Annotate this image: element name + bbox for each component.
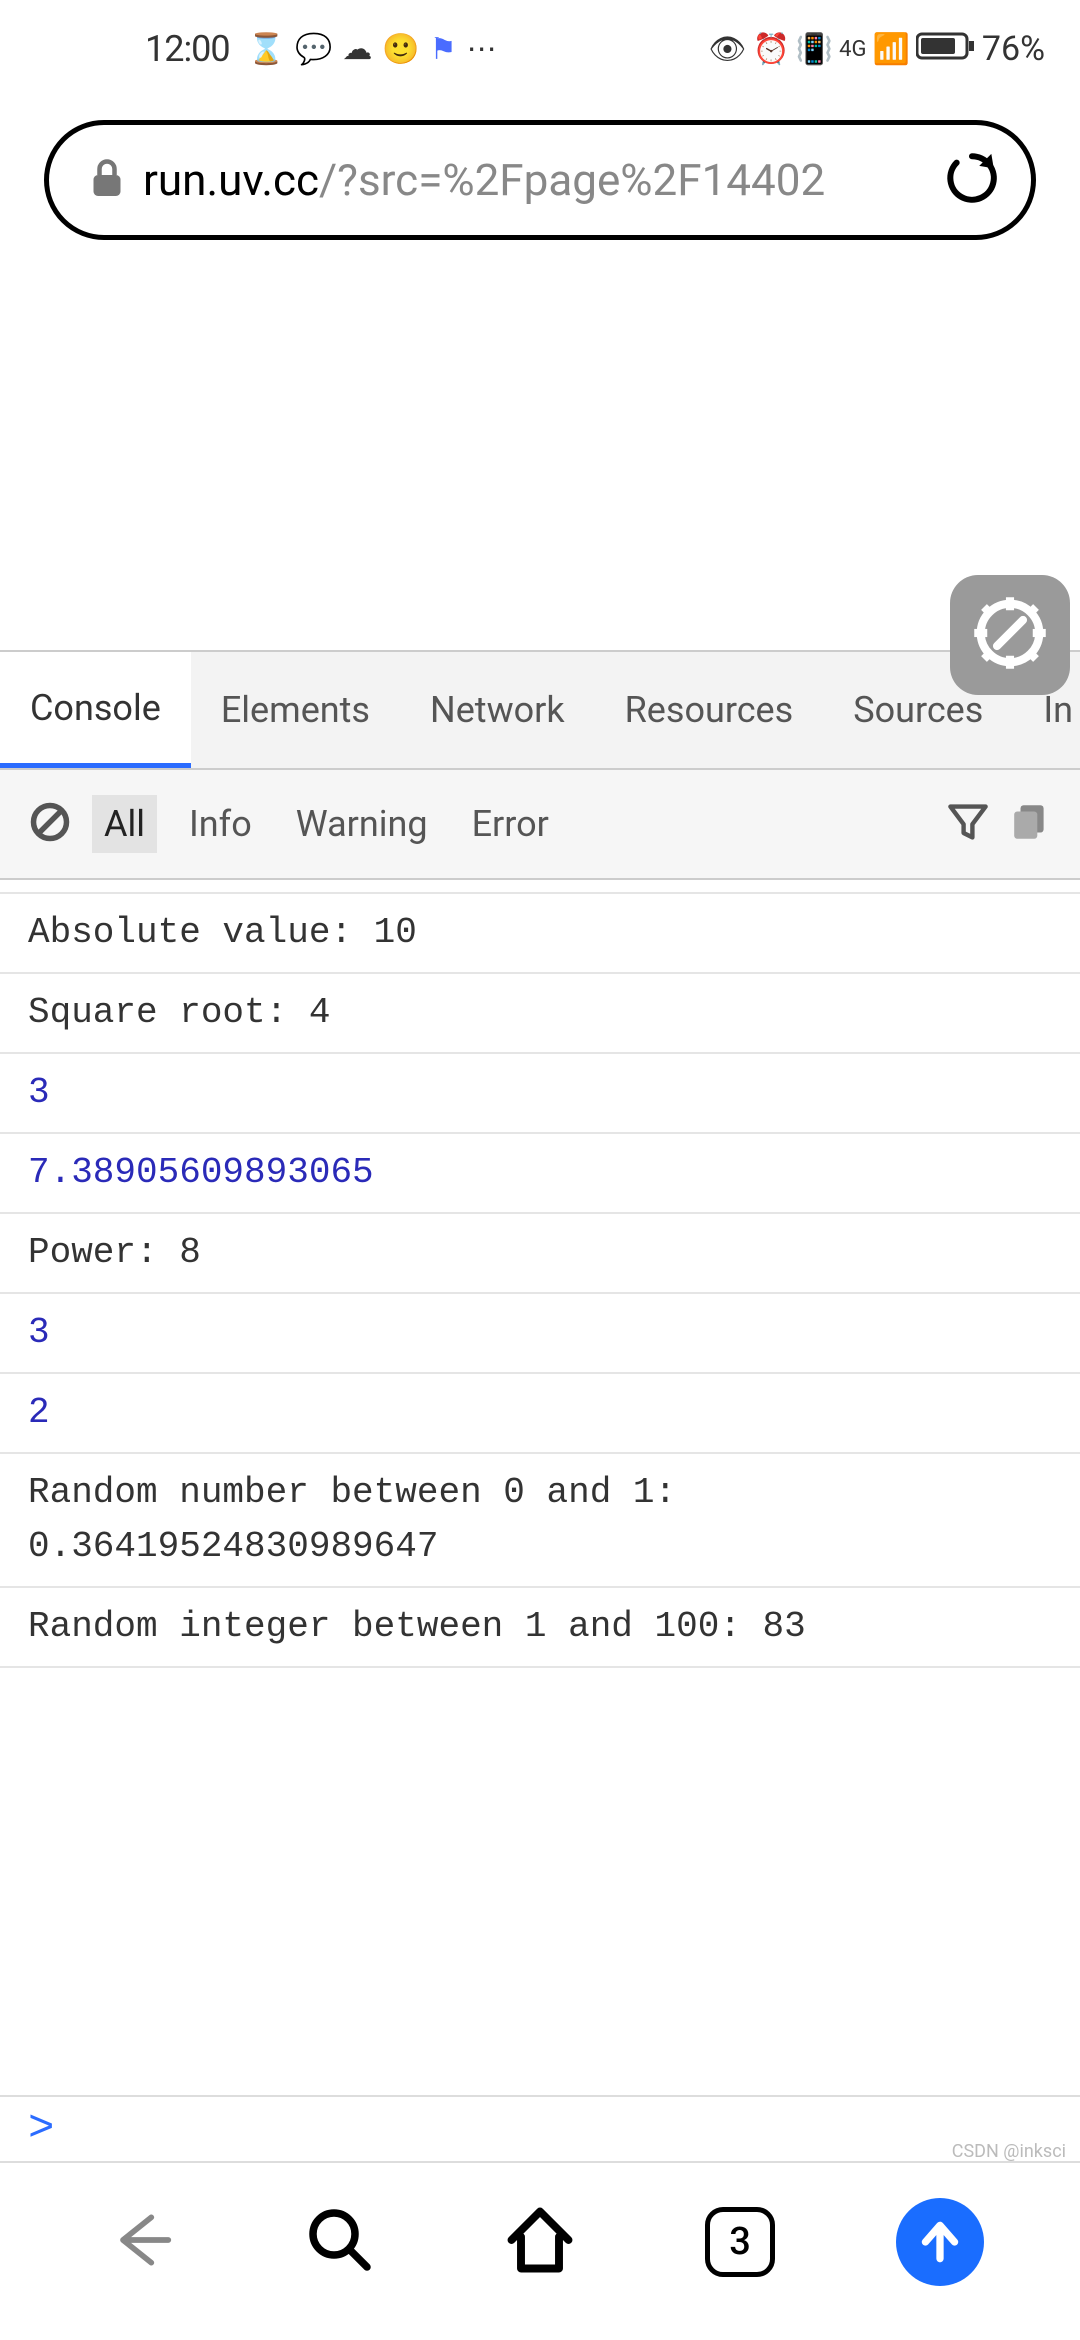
status-bar: 12:00 ⌛ 💬 ☁ 🙂 ⚑ ⋯ 👁 ⏰ 📳 4G 📶 76% — [0, 0, 1080, 90]
filter-all[interactable]: All — [92, 795, 157, 853]
browser-bottom-nav: 3 — [0, 2172, 1080, 2312]
search-icon — [304, 2204, 376, 2280]
console-log-entry: Random integer between 1 and 100: 83 — [0, 1588, 1080, 1668]
search-button[interactable] — [290, 2192, 390, 2292]
console-log-entry: Square root: 4 — [0, 974, 1080, 1054]
battery-percent: 76% — [982, 29, 1045, 69]
clear-console-icon[interactable] — [28, 800, 72, 848]
arrow-left-icon — [106, 2206, 174, 2278]
reload-icon[interactable] — [943, 149, 1001, 211]
lock-icon — [89, 157, 125, 203]
battery-icon — [916, 28, 976, 70]
tab-resources[interactable]: Resources — [595, 652, 824, 768]
home-button[interactable] — [490, 2192, 590, 2292]
status-right: 👁 ⏰ 📳 4G 📶 76% — [708, 28, 1045, 70]
eye-icon: 👁 — [708, 32, 746, 67]
filter-funnel-icon[interactable] — [946, 800, 990, 848]
vibrate-icon: 📳 — [796, 32, 833, 67]
filter-warning[interactable]: Warning — [284, 795, 440, 853]
more-icon: ⋯ — [467, 32, 497, 67]
console-log-entry: 7.38905609893065 — [0, 1134, 1080, 1214]
url-bar[interactable]: run.uv.cc/?src=%2Fpage%2F14402 — [44, 120, 1036, 240]
arrow-up-circle-icon — [896, 2198, 984, 2286]
home-icon — [502, 2202, 578, 2282]
tabs-button[interactable]: 3 — [690, 2192, 790, 2292]
back-button[interactable] — [90, 2192, 190, 2292]
console-filter-row: All Info Warning Error — [0, 770, 1080, 880]
chat-bubble-icon: 💬 — [295, 32, 332, 67]
watermark: CSDN @inksci — [952, 2141, 1066, 2162]
console-log-entry: Absolute value: 10 — [0, 892, 1080, 974]
url-text: run.uv.cc/?src=%2Fpage%2F14402 — [143, 154, 925, 206]
status-left: 12:00 ⌛ 💬 ☁ 🙂 ⚑ ⋯ — [145, 28, 497, 70]
flag-icon: ⚑ — [430, 32, 457, 67]
filter-info[interactable]: Info — [177, 795, 264, 853]
signal-bars-icon: 📶 — [873, 32, 910, 67]
filter-error[interactable]: Error — [460, 795, 561, 853]
console-log-entry: Random number between 0 and 1: 0.3641952… — [0, 1454, 1080, 1588]
share-up-button[interactable] — [890, 2192, 990, 2292]
wechat-icon: ☁ — [342, 32, 372, 67]
console-output: Absolute value: 10Square root: 437.38905… — [0, 892, 1080, 1668]
chevron-right-icon: > — [28, 2104, 54, 2154]
copy-icon[interactable] — [1010, 801, 1052, 847]
console-log-entry: 3 — [0, 1294, 1080, 1374]
url-path: /?src=%2Fpage%2F14402 — [319, 154, 825, 206]
tab-console[interactable]: Console — [0, 652, 191, 768]
tab-network[interactable]: Network — [400, 652, 595, 768]
status-time: 12:00 — [145, 28, 230, 70]
devtools-panel: Console Elements Network Resources Sourc… — [0, 650, 1080, 1668]
url-bar-container: run.uv.cc/?src=%2Fpage%2F14402 — [0, 90, 1080, 250]
console-log-entry: 2 — [0, 1374, 1080, 1454]
devtools-tabs: Console Elements Network Resources Sourc… — [0, 650, 1080, 770]
alarm-icon: ⏰ — [752, 32, 789, 67]
signal-4g-icon: 4G — [839, 37, 866, 62]
console-prompt[interactable]: > — [0, 2095, 1080, 2163]
tab-elements[interactable]: Elements — [191, 652, 400, 768]
url-host: run.uv.cc — [143, 154, 319, 206]
console-log-entry: 3 — [0, 1054, 1080, 1134]
face-icon: 🙂 — [382, 32, 419, 67]
devtools-settings-button[interactable] — [950, 575, 1070, 695]
hourglass-icon: ⌛ — [248, 32, 285, 67]
tabs-count: 3 — [705, 2207, 775, 2277]
gear-wrench-icon — [971, 594, 1049, 676]
console-log-entry: Power: 8 — [0, 1214, 1080, 1294]
